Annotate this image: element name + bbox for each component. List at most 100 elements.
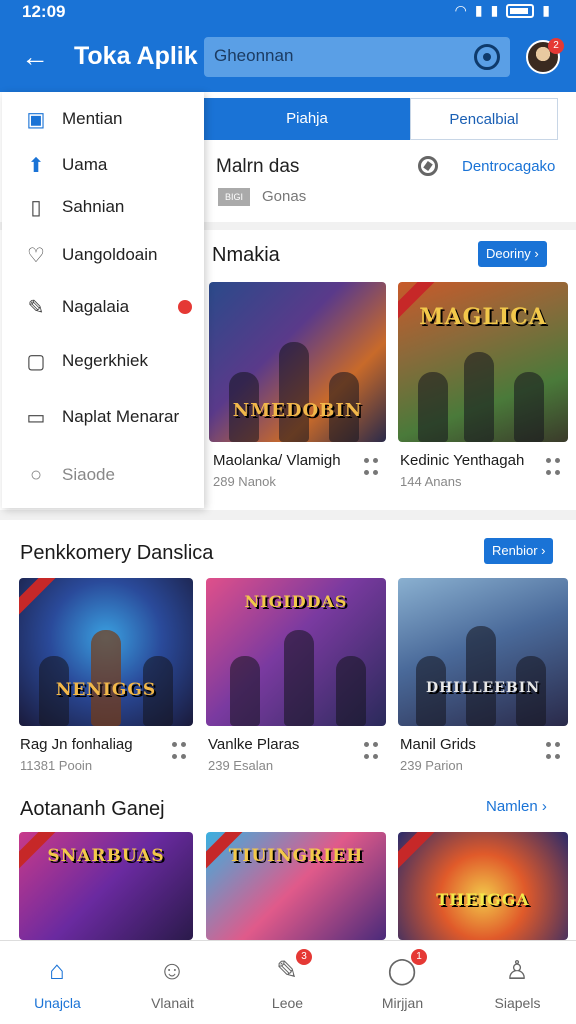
game-art-title: NMEDOBIN	[232, 400, 363, 421]
game-card-image[interactable]: SNARBUAS	[19, 832, 193, 940]
figure-shape	[91, 630, 121, 726]
game-card-name[interactable]: Vanlke Plaras	[208, 736, 299, 753]
game-card-meta: 144 Anans	[400, 474, 462, 489]
drawer-item-label: Negerkhiek	[62, 351, 148, 370]
search-box[interactable]	[204, 37, 510, 77]
tab-inactive[interactable]: Pencalbial	[410, 98, 558, 140]
drawer-item-label: Uama	[62, 155, 108, 174]
drawer-item[interactable]: ▣ Mentian	[2, 98, 204, 140]
search-icon[interactable]	[474, 44, 500, 70]
figure-shape	[466, 626, 496, 726]
signal-icon: ▮	[474, 2, 483, 18]
battery-icon	[506, 3, 535, 18]
user-icon: ♙	[505, 954, 529, 985]
figure-shape	[230, 656, 260, 726]
more-options-icon[interactable]	[546, 456, 564, 478]
game-art-title: TIUINGRIEH	[228, 846, 364, 866]
book-icon: ▯	[30, 196, 42, 219]
drawer-item-label: Uangoldoain	[62, 245, 158, 264]
section-title: Penkkomery Danslica	[20, 542, 214, 564]
compass-icon[interactable]	[418, 156, 438, 176]
bottom-navigation: ⌂ Unajcla ☺ Vlanait ✎ 3 Leoe ◯ 1 Mirjjan…	[0, 940, 576, 1024]
game-card-meta: 239 Esalan	[208, 758, 274, 773]
section-title: Aotananh Ganej	[20, 798, 165, 820]
nav-label: Mirjjan	[381, 995, 424, 1011]
nav-label: Vlanait	[151, 995, 194, 1011]
game-card-image[interactable]: NENIGGS	[19, 578, 193, 726]
game-card-meta: 239 Parion	[400, 758, 463, 773]
tab-active[interactable]: Piahja	[204, 98, 410, 140]
figure-shape	[514, 372, 544, 442]
main-link[interactable]: Dentrocagako	[462, 158, 555, 175]
home-icon: ⬆	[27, 154, 45, 177]
drawer-item-label: Mentian	[62, 109, 123, 128]
drawer-item[interactable]: ✎ Nagalaia	[2, 286, 204, 328]
drawer-item[interactable]: ▭ Naplat Menarar	[2, 396, 204, 438]
status-icons: ◠ ▮ ▮ ▮	[455, 2, 550, 19]
nav-label: Leoe	[271, 995, 304, 1011]
battery-small-icon: ▮	[542, 2, 550, 18]
figure-shape	[336, 656, 366, 726]
main-sub-badge: BIGI	[218, 188, 250, 206]
game-card-meta: 11381 Pooin	[20, 758, 93, 773]
game-card-image[interactable]: THEIGGA	[398, 832, 568, 940]
nav-edit[interactable]: ✎ 3 Leoe	[230, 941, 345, 1024]
comment-icon: ▭	[26, 406, 46, 429]
drawer-item[interactable]: ○ Siaode	[2, 454, 204, 496]
tag-icon: ✎	[27, 296, 45, 319]
section-more-button[interactable]: Renbior ›	[484, 538, 554, 564]
section-more-label: Renbior	[492, 543, 538, 558]
drawer-item-label: Siaode	[62, 465, 115, 484]
smile-icon: ☺	[158, 954, 186, 985]
game-card-image[interactable]: NIGIDDAS	[206, 578, 386, 726]
game-art-title: MAGLICA	[419, 304, 547, 330]
section-title: Nmakia	[212, 244, 280, 266]
game-card-image[interactable]: MAGLICA	[398, 282, 568, 442]
heart-icon: ♡	[27, 244, 45, 267]
game-card-name[interactable]: Manil Grids	[400, 736, 476, 753]
game-card-meta: 289 Nanok	[213, 474, 276, 489]
home-icon: ⌂	[49, 954, 65, 985]
nav-explore[interactable]: ☺ Vlanait	[115, 941, 230, 1024]
main-subtitle: Gonas	[262, 188, 307, 205]
nav-label: Siapels	[494, 995, 541, 1011]
game-card-image[interactable]: NMEDOBIN	[209, 282, 386, 442]
nav-badge: 3	[296, 949, 312, 965]
search-input[interactable]	[214, 46, 454, 66]
game-art-title: THEIGGA	[436, 890, 530, 909]
game-card-image[interactable]: DHILLEEBIN	[398, 578, 568, 726]
game-card-name[interactable]: Kedinic Yenthagah	[400, 452, 524, 469]
drawer-item[interactable]: ▯ Sahnian	[2, 186, 204, 228]
drawer-item-label: Sahnian	[62, 197, 125, 216]
drawer-item-label: Nagalaia	[62, 297, 130, 316]
more-options-icon[interactable]	[364, 456, 382, 478]
game-card-image[interactable]: TIUINGRIEH	[206, 832, 386, 940]
nav-profile[interactable]: ♙ Siapels	[460, 941, 575, 1024]
section-more-link[interactable]: Namlen ›	[486, 798, 547, 815]
more-options-icon[interactable]	[172, 740, 190, 762]
figure-shape	[418, 372, 448, 442]
game-art-title: NIGIDDAS	[244, 592, 348, 611]
section-games-3: Aotananh Ganej Namlen › SNARBUAS TIUINGR…	[0, 780, 576, 940]
more-options-icon[interactable]	[546, 740, 564, 762]
main-title: Malrn das	[216, 156, 300, 177]
section-more-button[interactable]: Deoriny ›	[478, 241, 547, 267]
figure-shape	[284, 630, 314, 726]
back-arrow-icon[interactable]: ←	[18, 40, 52, 74]
section-more-label: Namlen	[486, 798, 538, 815]
more-options-icon[interactable]	[364, 740, 382, 762]
nav-messages[interactable]: ◯ 1 Mirjjan	[345, 941, 460, 1024]
game-art-title: SNARBUAS	[47, 846, 165, 866]
game-card-name[interactable]: Rag Jn fonhaliag	[20, 736, 133, 753]
game-card-name[interactable]: Maolanka/ Vlamigh	[213, 452, 341, 469]
drawer-item[interactable]: ♡ Uangoldoain	[2, 234, 204, 276]
avatar-badge: 2	[548, 38, 564, 54]
app-title: Toka Aplik	[74, 42, 198, 70]
nav-badge: 1	[411, 949, 427, 965]
drawer-item[interactable]: ⬆ Uama	[2, 144, 204, 186]
game-art	[398, 832, 568, 940]
section-more-label: Deoriny	[486, 246, 531, 261]
drawer-item[interactable]: ▢ Negerkhiek	[2, 340, 204, 382]
folder-icon: ▣	[26, 108, 46, 131]
nav-home[interactable]: ⌂ Unajcla	[0, 941, 115, 1024]
